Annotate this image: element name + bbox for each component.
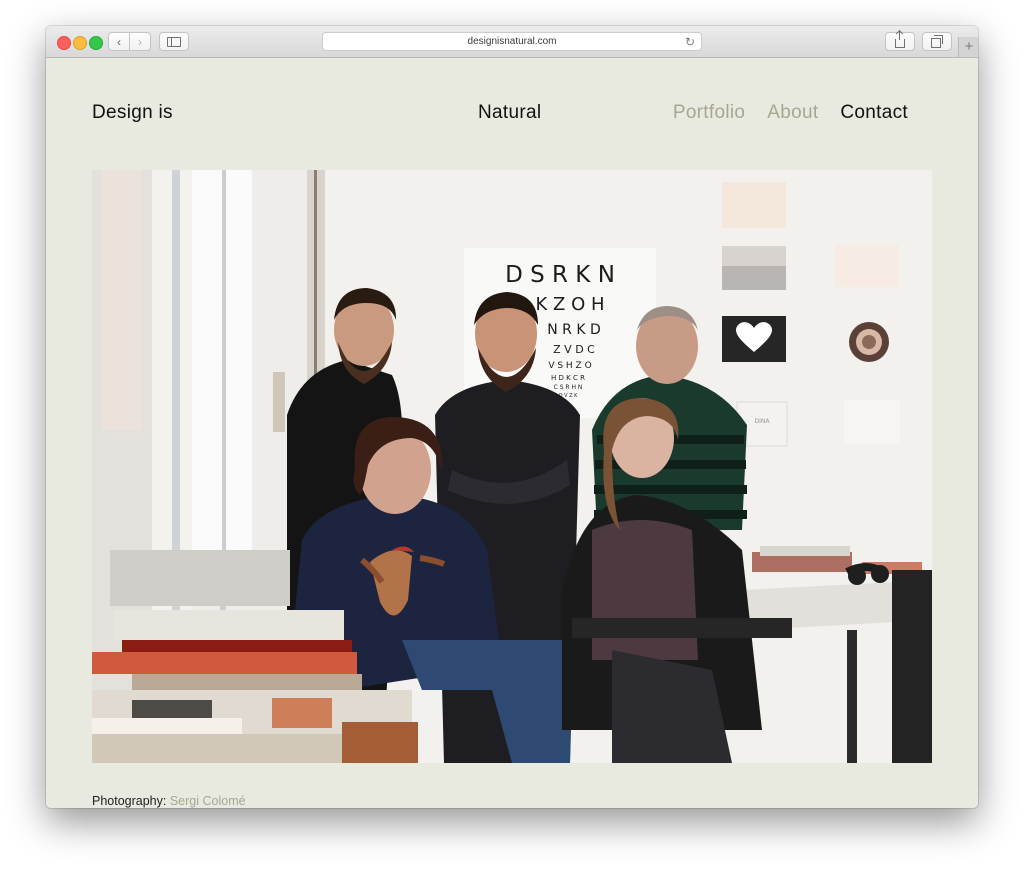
eye-chart-row-3: N R K D — [547, 322, 601, 338]
small-card-text: DINA — [755, 418, 771, 425]
show-tabs-button[interactable] — [922, 32, 952, 51]
nav-about[interactable]: About — [767, 102, 818, 124]
share-icon — [895, 31, 905, 48]
minimize-window-button[interactable] — [73, 36, 87, 50]
sidebar-icon — [167, 36, 181, 47]
site-title-word[interactable]: Natural — [478, 102, 541, 124]
web-page: Design is Natural Portfolio About Contac… — [46, 58, 978, 808]
tabs-icon — [931, 34, 943, 48]
close-window-button[interactable] — [57, 36, 71, 50]
credit-label: Photography: — [92, 794, 167, 808]
site-nav: Portfolio About Contact — [673, 102, 908, 124]
nav-contact[interactable]: Contact — [840, 102, 908, 124]
sidebar-toggle-button[interactable] — [159, 32, 189, 51]
browser-window: ‹ › designisnatural.com ↻ + Design is Na… — [46, 26, 978, 808]
history-nav: ‹ › — [108, 32, 152, 51]
forward-icon[interactable]: › — [129, 32, 151, 51]
eye-chart-row-2: K Z O H — [535, 294, 604, 315]
eye-chart-row-1: D S R K N — [505, 262, 615, 288]
url-text: designisnatural.com — [467, 36, 557, 47]
photo-credit: Photography: Sergi Colomé — [92, 794, 246, 808]
eye-chart-row-6: H D K C R — [551, 374, 585, 382]
credit-author-link[interactable]: Sergi Colomé — [170, 794, 246, 808]
share-button[interactable] — [885, 31, 915, 51]
new-tab-icon[interactable]: + — [958, 37, 978, 57]
address-bar[interactable]: designisnatural.com ↻ — [322, 32, 702, 51]
reload-icon[interactable]: ↻ — [685, 35, 695, 49]
eye-chart-row-4: Z V D C — [553, 343, 595, 356]
team-photo: D S R K N K Z O H N R K D Z V D C V S H … — [92, 170, 932, 763]
zoom-window-button[interactable] — [89, 36, 103, 50]
team-photo-illustration: D S R K N K Z O H N R K D Z V D C V S H … — [92, 170, 932, 763]
back-icon[interactable]: ‹ — [108, 32, 130, 51]
nav-portfolio[interactable]: Portfolio — [673, 102, 745, 124]
site-title[interactable]: Design is — [92, 102, 173, 124]
browser-toolbar: ‹ › designisnatural.com ↻ + — [46, 26, 978, 58]
eye-chart-row-7: C S R H N — [554, 384, 583, 391]
eye-chart-row-5: V S H Z O — [548, 361, 591, 371]
